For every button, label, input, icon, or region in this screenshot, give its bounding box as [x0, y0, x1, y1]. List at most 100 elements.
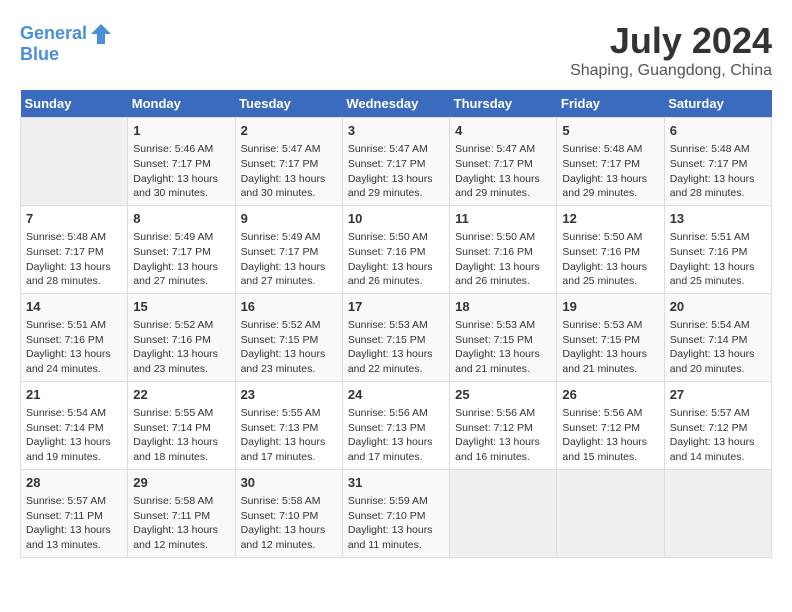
header-day-saturday: Saturday — [664, 90, 771, 118]
calendar-cell: 19 Sunrise: 5:53 AM Sunset: 7:15 PM Dayli… — [557, 293, 664, 381]
calendar-cell: 20Sunrise: 5:54 AM Sunset: 7:14 PM Dayli… — [664, 293, 771, 381]
day-number: 30 — [241, 474, 337, 492]
day-info: Sunrise: 5:49 AM Sunset: 7:17 PM Dayligh… — [133, 230, 229, 289]
calendar-week-4: 21Sunrise: 5:54 AM Sunset: 7:14 PM Dayli… — [21, 381, 772, 469]
day-number: 31 — [348, 474, 444, 492]
logo-text-line2: Blue — [20, 44, 59, 66]
day-info: Sunrise: 5:48 AM Sunset: 7:17 PM Dayligh… — [26, 230, 122, 289]
day-info: Sunrise: 5:54 AM Sunset: 7:14 PM Dayligh… — [670, 318, 766, 377]
day-info: Sunrise: 5:48 AM Sunset: 7:17 PM Dayligh… — [562, 142, 658, 201]
day-info: Sunrise: 5:50 AM Sunset: 7:16 PM Dayligh… — [455, 230, 551, 289]
calendar-cell: 28 Sunrise: 5:57 AM Sunset: 7:11 PM Dayli… — [21, 469, 128, 557]
calendar-cell — [664, 469, 771, 557]
day-number: 22 — [133, 386, 229, 404]
header-day-monday: Monday — [128, 90, 235, 118]
day-number: 13 — [670, 210, 766, 228]
day-info: Sunrise: 5:55 AM Sunset: 7:14 PM Dayligh… — [133, 406, 229, 465]
calendar-cell: 18 Sunrise: 5:53 AM Sunset: 7:15 PM Dayli… — [450, 293, 557, 381]
day-number: 9 — [241, 210, 337, 228]
calendar-cell: 26 Sunrise: 5:56 AM Sunset: 7:12 PM Dayli… — [557, 381, 664, 469]
day-info: Sunrise: 5:58 AM Sunset: 7:10 PM Dayligh… — [241, 494, 337, 553]
calendar-cell: 10Sunrise: 5:50 AM Sunset: 7:16 PM Dayli… — [342, 205, 449, 293]
day-number: 6 — [670, 122, 766, 140]
calendar-cell: 7Sunrise: 5:48 AM Sunset: 7:17 PM Daylig… — [21, 205, 128, 293]
day-number: 14 — [26, 298, 122, 316]
calendar-cell: 3 Sunrise: 5:47 AM Sunset: 7:17 PM Daylig… — [342, 118, 449, 206]
day-number: 29 — [133, 474, 229, 492]
calendar-cell: 13 Sunrise: 5:51 AM Sunset: 7:16 PM Dayli… — [664, 205, 771, 293]
calendar-cell: 17 Sunrise: 5:53 AM Sunset: 7:15 PM Dayli… — [342, 293, 449, 381]
subtitle: Shaping, Guangdong, China — [570, 62, 772, 80]
day-number: 28 — [26, 474, 122, 492]
day-number: 4 — [455, 122, 551, 140]
day-info: Sunrise: 5:50 AM Sunset: 7:16 PM Dayligh… — [562, 230, 658, 289]
calendar-header-row: SundayMondayTuesdayWednesdayThursdayFrid… — [21, 90, 772, 118]
header-day-wednesday: Wednesday — [342, 90, 449, 118]
day-info: Sunrise: 5:53 AM Sunset: 7:15 PM Dayligh… — [455, 318, 551, 377]
day-info: Sunrise: 5:47 AM Sunset: 7:17 PM Dayligh… — [348, 142, 444, 201]
day-info: Sunrise: 5:51 AM Sunset: 7:16 PM Dayligh… — [670, 230, 766, 289]
day-info: Sunrise: 5:53 AM Sunset: 7:15 PM Dayligh… — [348, 318, 444, 377]
calendar-cell: 2 Sunrise: 5:47 AM Sunset: 7:17 PM Daylig… — [235, 118, 342, 206]
day-info: Sunrise: 5:55 AM Sunset: 7:13 PM Dayligh… — [241, 406, 337, 465]
calendar-week-1: 1 Sunrise: 5:46 AM Sunset: 7:17 PM Daylig… — [21, 118, 772, 206]
day-number: 11 — [455, 210, 551, 228]
calendar-table: SundayMondayTuesdayWednesdayThursdayFrid… — [20, 90, 772, 558]
calendar-cell: 30 Sunrise: 5:58 AM Sunset: 7:10 PM Dayli… — [235, 469, 342, 557]
day-info: Sunrise: 5:56 AM Sunset: 7:12 PM Dayligh… — [455, 406, 551, 465]
day-info: Sunrise: 5:46 AM Sunset: 7:17 PM Dayligh… — [133, 142, 229, 201]
day-number: 5 — [562, 122, 658, 140]
day-number: 27 — [670, 386, 766, 404]
logo: General Blue — [20, 20, 115, 66]
day-info: Sunrise: 5:47 AM Sunset: 7:17 PM Dayligh… — [455, 142, 551, 201]
calendar-cell: 5 Sunrise: 5:48 AM Sunset: 7:17 PM Daylig… — [557, 118, 664, 206]
day-number: 18 — [455, 298, 551, 316]
day-info: Sunrise: 5:57 AM Sunset: 7:11 PM Dayligh… — [26, 494, 122, 553]
calendar-cell: 22 Sunrise: 5:55 AM Sunset: 7:14 PM Dayli… — [128, 381, 235, 469]
header-day-sunday: Sunday — [21, 90, 128, 118]
day-info: Sunrise: 5:51 AM Sunset: 7:16 PM Dayligh… — [26, 318, 122, 377]
calendar-cell: 1 Sunrise: 5:46 AM Sunset: 7:17 PM Daylig… — [128, 118, 235, 206]
day-number: 21 — [26, 386, 122, 404]
title-area: July 2024 Shaping, Guangdong, China — [570, 20, 772, 80]
day-number: 17 — [348, 298, 444, 316]
day-info: Sunrise: 5:59 AM Sunset: 7:10 PM Dayligh… — [348, 494, 444, 553]
day-number: 16 — [241, 298, 337, 316]
logo-icon — [87, 20, 115, 48]
day-info: Sunrise: 5:52 AM Sunset: 7:16 PM Dayligh… — [133, 318, 229, 377]
calendar-cell: 8 Sunrise: 5:49 AM Sunset: 7:17 PM Daylig… — [128, 205, 235, 293]
calendar-week-3: 14 Sunrise: 5:51 AM Sunset: 7:16 PM Dayli… — [21, 293, 772, 381]
day-number: 8 — [133, 210, 229, 228]
main-title: July 2024 — [570, 20, 772, 62]
calendar-week-5: 28 Sunrise: 5:57 AM Sunset: 7:11 PM Dayli… — [21, 469, 772, 557]
day-info: Sunrise: 5:49 AM Sunset: 7:17 PM Dayligh… — [241, 230, 337, 289]
day-number: 26 — [562, 386, 658, 404]
calendar-cell: 21Sunrise: 5:54 AM Sunset: 7:14 PM Dayli… — [21, 381, 128, 469]
calendar-cell: 23 Sunrise: 5:55 AM Sunset: 7:13 PM Dayli… — [235, 381, 342, 469]
calendar-cell: 25Sunrise: 5:56 AM Sunset: 7:12 PM Dayli… — [450, 381, 557, 469]
day-number: 1 — [133, 122, 229, 140]
header-day-tuesday: Tuesday — [235, 90, 342, 118]
header-day-thursday: Thursday — [450, 90, 557, 118]
calendar-cell: 11 Sunrise: 5:50 AM Sunset: 7:16 PM Dayli… — [450, 205, 557, 293]
calendar-cell — [557, 469, 664, 557]
day-number: 23 — [241, 386, 337, 404]
day-number: 3 — [348, 122, 444, 140]
calendar-cell: 31 Sunrise: 5:59 AM Sunset: 7:10 PM Dayli… — [342, 469, 449, 557]
day-number: 24 — [348, 386, 444, 404]
day-info: Sunrise: 5:56 AM Sunset: 7:13 PM Dayligh… — [348, 406, 444, 465]
day-info: Sunrise: 5:50 AM Sunset: 7:16 PM Dayligh… — [348, 230, 444, 289]
day-info: Sunrise: 5:53 AM Sunset: 7:15 PM Dayligh… — [562, 318, 658, 377]
day-info: Sunrise: 5:57 AM Sunset: 7:12 PM Dayligh… — [670, 406, 766, 465]
day-number: 12 — [562, 210, 658, 228]
calendar-cell: 12 Sunrise: 5:50 AM Sunset: 7:16 PM Dayli… — [557, 205, 664, 293]
day-number: 2 — [241, 122, 337, 140]
day-number: 19 — [562, 298, 658, 316]
day-info: Sunrise: 5:52 AM Sunset: 7:15 PM Dayligh… — [241, 318, 337, 377]
calendar-cell: 9 Sunrise: 5:49 AM Sunset: 7:17 PM Daylig… — [235, 205, 342, 293]
day-info: Sunrise: 5:56 AM Sunset: 7:12 PM Dayligh… — [562, 406, 658, 465]
calendar-cell — [21, 118, 128, 206]
calendar-cell: 29Sunrise: 5:58 AM Sunset: 7:11 PM Dayli… — [128, 469, 235, 557]
calendar-cell: 16 Sunrise: 5:52 AM Sunset: 7:15 PM Dayli… — [235, 293, 342, 381]
day-info: Sunrise: 5:47 AM Sunset: 7:17 PM Dayligh… — [241, 142, 337, 201]
